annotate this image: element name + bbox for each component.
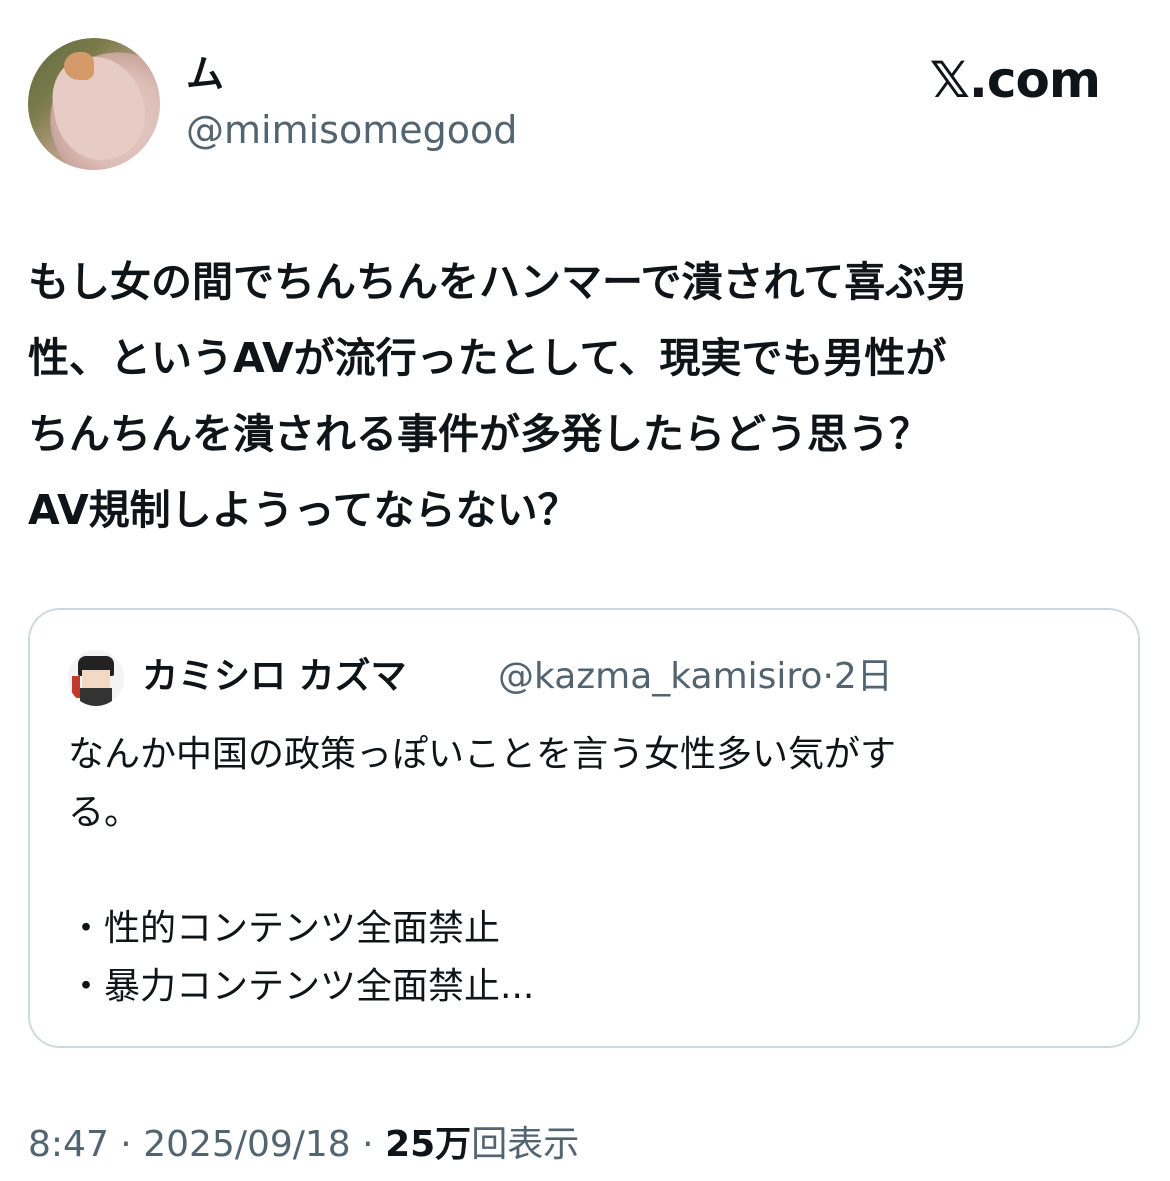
avatar-accent bbox=[72, 676, 80, 698]
views-unit: 万 bbox=[435, 1124, 472, 1165]
meta-separator: · bbox=[822, 656, 834, 697]
footer-separator: · bbox=[362, 1124, 374, 1165]
quoted-tweet-text: なんか中国の政策っぽいことを言う女性多い気がす る。 ・性的コンテンツ全面禁止 … bbox=[68, 734, 897, 1007]
avatar-face bbox=[82, 670, 110, 688]
views-count: 25 bbox=[385, 1124, 436, 1165]
author-avatar[interactable] bbox=[28, 38, 160, 170]
author-display-name[interactable]: ム bbox=[186, 50, 224, 98]
quoted-author-display-name: カミシロ カズマ bbox=[142, 656, 407, 697]
tweet-footer: 8:47 · 2025/09/18 · 25万回表示 bbox=[28, 1120, 579, 1170]
quoted-tweet-header: カミシロ カズマ @kazma_kamisiro·2日 bbox=[68, 650, 1108, 706]
x-com-logo: 𝕏.com bbox=[929, 51, 1101, 109]
avatar-figure bbox=[47, 50, 151, 166]
quoted-tweet-card[interactable]: カミシロ カズマ @kazma_kamisiro·2日 なんか中国の政策っぽいこ… bbox=[28, 608, 1140, 1048]
tweet-body-text: もし女の間でちんちんをハンマーで潰されて喜ぶ男 性、というAVが流行ったとして、… bbox=[28, 258, 968, 534]
quoted-author-meta: @kazma_kamisiro·2日 bbox=[498, 652, 893, 702]
quoted-author-avatar bbox=[68, 650, 124, 706]
tweet-header: ム @mimisomegood 𝕏.com bbox=[28, 38, 1142, 170]
views-label: 回表示 bbox=[471, 1124, 580, 1165]
x-logo-text: .com bbox=[968, 51, 1101, 109]
footer-separator: · bbox=[120, 1124, 132, 1165]
quoted-author-handle: @kazma_kamisiro bbox=[498, 656, 823, 697]
avatar-body bbox=[80, 688, 112, 706]
author-handle[interactable]: @mimisomegood bbox=[186, 106, 517, 154]
avatar-detail bbox=[64, 52, 94, 80]
quoted-tweet-age: 2日 bbox=[833, 656, 893, 697]
x-logo-icon: 𝕏 bbox=[929, 51, 970, 109]
tweet-time[interactable]: 8:47 bbox=[28, 1124, 109, 1165]
tweet-date[interactable]: 2025/09/18 bbox=[143, 1124, 351, 1165]
